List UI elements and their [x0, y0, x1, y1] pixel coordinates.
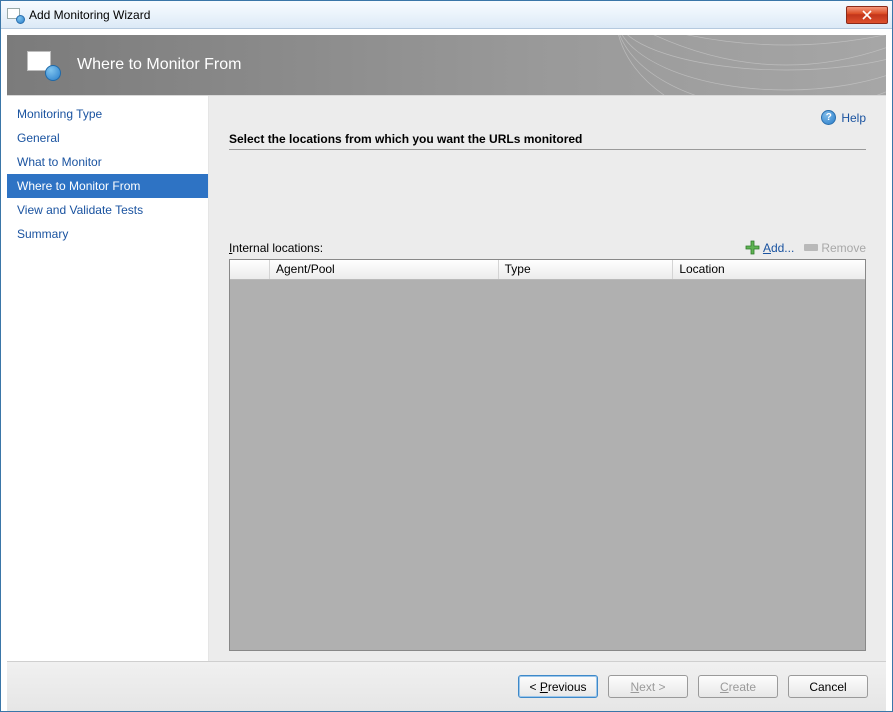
banner-title: Where to Monitor From — [77, 56, 241, 74]
help-link[interactable]: ? Help — [821, 110, 866, 125]
wizard-footer: < Previous Next > Create Cancel — [7, 661, 886, 711]
sidebar-item-view-validate-tests[interactable]: View and Validate Tests — [7, 198, 208, 222]
previous-button[interactable]: < Previous — [518, 675, 598, 698]
column-agent-pool[interactable]: Agent/Pool — [270, 260, 499, 279]
table-actions: Add... Remove — [745, 240, 866, 255]
section-title: Select the locations from which you want… — [229, 132, 866, 150]
help-icon: ? — [821, 110, 836, 125]
decorative-swirl — [606, 35, 886, 95]
column-location[interactable]: Location — [673, 260, 865, 279]
next-button: Next > — [608, 675, 688, 698]
internal-locations-label: Internal locations: — [229, 241, 323, 255]
sidebar-item-where-to-monitor-from[interactable]: Where to Monitor From — [7, 174, 208, 198]
sidebar-item-what-to-monitor[interactable]: What to Monitor — [7, 150, 208, 174]
sidebar-item-monitoring-type[interactable]: Monitoring Type — [7, 102, 208, 126]
sidebar-item-general[interactable]: General — [7, 126, 208, 150]
cancel-button[interactable]: Cancel — [788, 675, 868, 698]
column-selector[interactable] — [230, 260, 270, 279]
table-head: Agent/Pool Type Location — [230, 260, 865, 280]
app-icon — [7, 8, 23, 22]
table-body — [230, 280, 865, 650]
titlebar: Add Monitoring Wizard — [1, 1, 892, 29]
table-header-row: Internal locations: Add... Remove — [229, 240, 866, 255]
content: Monitoring Type General What to Monitor … — [7, 95, 886, 661]
plus-icon — [745, 240, 760, 255]
sidebar-item-summary[interactable]: Summary — [7, 222, 208, 246]
column-type[interactable]: Type — [499, 260, 674, 279]
locations-table[interactable]: Agent/Pool Type Location — [229, 259, 866, 651]
wizard-main: ? Help Select the locations from which y… — [209, 96, 886, 661]
wizard-banner: Where to Monitor From — [7, 35, 886, 95]
add-button[interactable]: Add... — [745, 240, 794, 255]
titlebar-left: Add Monitoring Wizard — [7, 8, 150, 22]
help-label: Help — [841, 111, 866, 125]
banner-icon — [27, 51, 59, 79]
create-button: Create — [698, 675, 778, 698]
window-title: Add Monitoring Wizard — [29, 8, 150, 22]
close-button[interactable] — [846, 6, 888, 24]
wizard-sidebar: Monitoring Type General What to Monitor … — [7, 96, 209, 661]
globe-icon — [45, 65, 61, 81]
minus-icon — [804, 244, 818, 251]
close-icon — [862, 10, 872, 20]
remove-button: Remove — [804, 241, 866, 255]
